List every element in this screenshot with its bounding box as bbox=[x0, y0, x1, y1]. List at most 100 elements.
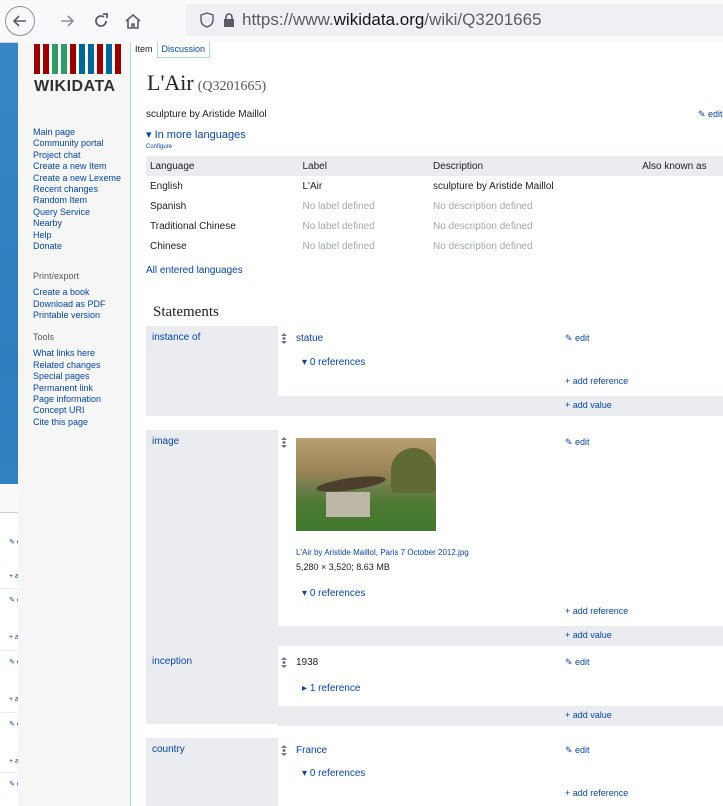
more-languages-toggle[interactable]: ▾ In more languages bbox=[146, 128, 246, 141]
rank-icon[interactable] bbox=[281, 657, 287, 668]
reload-button[interactable] bbox=[88, 7, 114, 35]
table-cell: No description defined bbox=[433, 220, 533, 232]
sidebar-nav-item-0[interactable]: Main page bbox=[33, 127, 121, 138]
references-toggle[interactable]: ▾ 0 references bbox=[302, 357, 365, 368]
table-cell: Label bbox=[298, 156, 430, 176]
sidebar-tools-item-5[interactable]: Concept URI bbox=[33, 405, 101, 416]
description-edit-link[interactable]: ✎ edit bbox=[698, 109, 723, 120]
image-caption-link[interactable]: L'Air by Aristide Maillol, Paris 7 Octob… bbox=[296, 548, 469, 557]
edit-link[interactable]: ✎ edit bbox=[565, 745, 590, 756]
item-id: (Q3201665) bbox=[197, 79, 267, 94]
add-reference-link[interactable]: + add reference bbox=[565, 606, 628, 616]
barcode-logo-icon bbox=[34, 44, 130, 74]
add-value-link[interactable]: + add value bbox=[565, 630, 612, 640]
sidebar-tools-item-4[interactable]: Page information bbox=[33, 394, 101, 405]
add-value-bar: + add value bbox=[278, 396, 723, 416]
statement-value[interactable]: France bbox=[296, 745, 327, 756]
tab-discussion[interactable]: Discussion bbox=[156, 42, 211, 58]
sidebar-nav-item-1[interactable]: Community portal bbox=[33, 138, 121, 149]
edit-link[interactable]: ✎ edit bbox=[565, 657, 590, 668]
sidebar-nav-item-3[interactable]: Create a new Item bbox=[33, 161, 121, 172]
sidebar-tools-item-1[interactable]: Related changes bbox=[33, 360, 101, 371]
sidebar-print-item-2[interactable]: Printable version bbox=[33, 310, 106, 321]
back-button[interactable] bbox=[5, 6, 35, 36]
rank-icon[interactable] bbox=[281, 437, 287, 448]
table-cell: No label defined bbox=[302, 220, 375, 232]
wikidata-logo[interactable]: WIKIDATA bbox=[34, 44, 130, 96]
table-header-row: Language Label Description Also known as bbox=[146, 156, 723, 176]
table-cell: Also known as bbox=[638, 156, 723, 176]
home-icon bbox=[125, 13, 141, 29]
add-value-link[interactable]: + add value bbox=[565, 400, 612, 410]
table-cell: Description bbox=[429, 156, 639, 176]
url-text[interactable]: https://www.wikidata.org/wiki/Q3201665 bbox=[242, 10, 542, 30]
sculpture-photo[interactable] bbox=[296, 438, 436, 531]
references-toggle[interactable]: ▾ 0 references bbox=[302, 768, 365, 779]
sidebar-nav-item-5[interactable]: Recent changes bbox=[33, 184, 121, 195]
sidebar-nav-item-9[interactable]: Help bbox=[33, 230, 121, 241]
table-cell bbox=[638, 236, 723, 256]
image-meta: 5,280 × 3,520; 8.63 MB bbox=[296, 562, 390, 572]
property-label[interactable]: inception bbox=[146, 650, 278, 724]
sidebar-print-item-0[interactable]: Create a book bbox=[33, 287, 106, 298]
sidebar-nav-item-10[interactable]: Donate bbox=[33, 241, 121, 252]
add-value-bar: + add value bbox=[278, 626, 723, 646]
add-value-bar: + add value bbox=[278, 706, 723, 726]
sidebar-nav-item-4[interactable]: Create a new Lexeme bbox=[33, 173, 121, 184]
table-row: English L'Air sculpture by Aristide Maillo… bbox=[146, 176, 723, 196]
sidebar-nav-item-7[interactable]: Query Service bbox=[33, 207, 121, 218]
all-languages-link[interactable]: All entered languages bbox=[146, 265, 243, 276]
statement-instance-of: instance of statue ✎ edit ▾ 0 references… bbox=[146, 326, 723, 416]
item-label: L'Air bbox=[147, 70, 194, 95]
configure-link[interactable]: Configure bbox=[146, 144, 172, 150]
rank-icon[interactable] bbox=[281, 745, 287, 756]
table-cell: Spanish bbox=[150, 200, 187, 212]
wikidata-page: WIKIDATA Main page Community portal Projec… bbox=[18, 42, 723, 806]
tab-item[interactable]: Item bbox=[131, 42, 157, 58]
table-cell: No description defined bbox=[433, 240, 533, 252]
home-button[interactable] bbox=[120, 7, 146, 35]
table-cell: L'Air bbox=[302, 180, 323, 192]
sidebar-tools-item-3[interactable]: Permanent link bbox=[33, 383, 101, 394]
table-cell: Language bbox=[146, 156, 299, 176]
page-tabs: Item Discussion bbox=[131, 42, 211, 58]
add-value-link[interactable]: + add value bbox=[565, 710, 612, 720]
sidebar-print: Print/export Create a book Download as PD… bbox=[33, 271, 106, 322]
sidebar: WIKIDATA Main page Community portal Projec… bbox=[18, 42, 146, 806]
sidebar-tools-item-2[interactable]: Special pages bbox=[33, 371, 101, 382]
table-cell: sculpture by Aristide Maillol bbox=[433, 180, 554, 192]
print-export-header: Print/export bbox=[33, 271, 80, 281]
rank-icon[interactable] bbox=[281, 333, 287, 344]
references-toggle[interactable]: ▾ 0 references bbox=[302, 588, 365, 599]
forward-button[interactable] bbox=[54, 7, 80, 35]
sidebar-nav-item-2[interactable]: Project chat bbox=[33, 150, 121, 161]
sidebar-print-item-1[interactable]: Download as PDF bbox=[33, 299, 106, 310]
sidebar-nav-item-6[interactable]: Random Item bbox=[33, 195, 121, 206]
lock-icon[interactable] bbox=[222, 12, 236, 28]
references-toggle[interactable]: ▸ 1 reference bbox=[302, 683, 360, 694]
property-label[interactable]: image bbox=[146, 430, 278, 652]
edit-link[interactable]: ✎ edit bbox=[565, 333, 590, 344]
shield-icon[interactable] bbox=[200, 12, 214, 28]
sidebar-nav-item-8[interactable]: Nearby bbox=[33, 218, 121, 229]
property-label[interactable]: instance of bbox=[146, 326, 278, 416]
statement-value[interactable]: statue bbox=[296, 333, 323, 344]
sidebar-tools-item-0[interactable]: What links here bbox=[33, 348, 101, 359]
add-reference-link[interactable]: + add reference bbox=[565, 788, 628, 798]
table-row: Chinese No label defined No description de… bbox=[146, 236, 723, 256]
address-bar[interactable]: https://www.wikidata.org/wiki/Q3201665 bbox=[186, 4, 723, 36]
table-cell: Traditional Chinese bbox=[150, 220, 236, 232]
sidebar-tools: Tools What links here Related changes Spec… bbox=[33, 332, 101, 428]
table-cell bbox=[638, 176, 723, 196]
statement-country: country France ✎ edit ▾ 0 references + a… bbox=[146, 738, 723, 806]
logo-text: WIKIDATA bbox=[34, 78, 116, 95]
property-label[interactable]: country bbox=[146, 738, 278, 806]
browser-toolbar: https://www.wikidata.org/wiki/Q3201665 bbox=[0, 0, 723, 43]
sidebar-tools-item-6[interactable]: Cite this page bbox=[33, 417, 101, 428]
table-cell: No description defined bbox=[433, 200, 533, 212]
edit-link[interactable]: ✎ edit bbox=[565, 437, 590, 448]
tools-header: Tools bbox=[33, 332, 55, 342]
add-reference-link[interactable]: + add reference bbox=[565, 376, 628, 386]
reload-icon bbox=[95, 13, 108, 27]
table-row: Spanish No label defined No description de… bbox=[146, 196, 723, 216]
